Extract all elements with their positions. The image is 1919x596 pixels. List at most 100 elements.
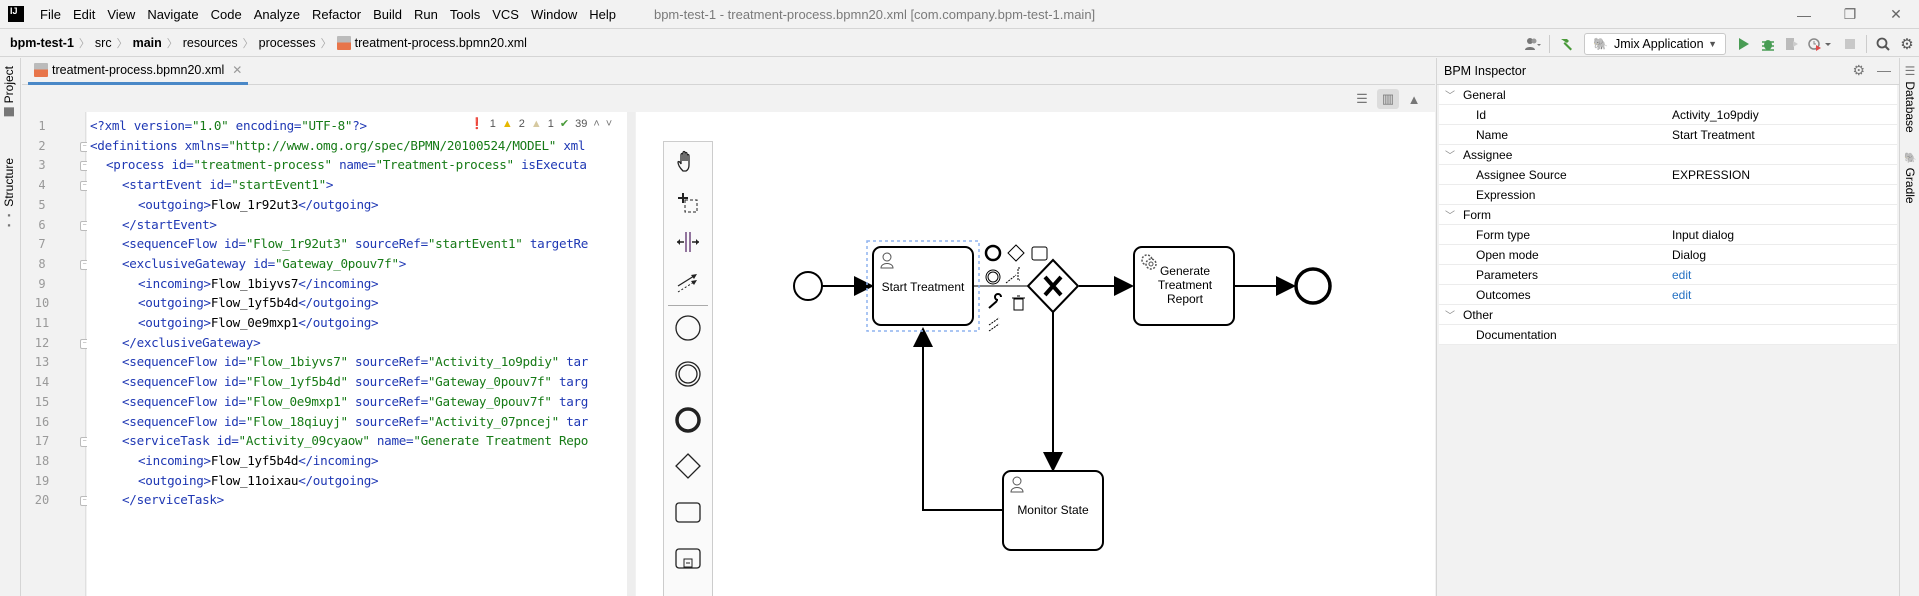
split-view-button[interactable]: ▥	[1377, 89, 1399, 109]
minimize-button[interactable]: —	[1781, 0, 1827, 29]
property-row-name[interactable]: Name Start Treatment	[1439, 125, 1897, 145]
menu-window[interactable]: Window	[525, 7, 583, 22]
close-tab-icon[interactable]: ✕	[232, 63, 242, 77]
task-start-treatment[interactable]: Start Treatment	[872, 246, 974, 326]
append-end-event-icon[interactable]	[984, 244, 1002, 262]
breadcrumb-separator-icon: 〉	[116, 38, 128, 50]
menu-view[interactable]: View	[101, 7, 141, 22]
project-tool-tab[interactable]: Project	[2, 66, 16, 117]
structure-icon: ▪▪	[4, 210, 14, 231]
property-row-documentation[interactable]: Documentation	[1439, 325, 1897, 345]
debug-icon[interactable]	[1756, 33, 1780, 55]
property-row-open-mode[interactable]: Open mode Dialog	[1439, 245, 1897, 265]
previous-highlight-icon[interactable]: ˄	[593, 118, 599, 130]
breadcrumb-item[interactable]: main	[133, 36, 166, 50]
code-line: <startEvent id="startEvent1">	[122, 177, 334, 193]
task-generate-report[interactable]: Generate Treatment Report	[1133, 246, 1235, 326]
code-line: <sequenceFlow id="Flow_1biyvs7" sourceRe…	[122, 354, 589, 370]
property-value: Dialog	[1672, 247, 1707, 262]
breadcrumb-item[interactable]: processes	[259, 36, 320, 50]
run-icon[interactable]	[1732, 33, 1756, 55]
xml-code-editor[interactable]: <?xml version="1.0" encoding="UTF-8"?> <d…	[87, 112, 635, 596]
start-event[interactable]	[793, 271, 823, 301]
exclusive-gateway[interactable]	[1026, 258, 1080, 314]
property-row-expression[interactable]: Expression	[1439, 185, 1897, 205]
settings-icon[interactable]: ⚙	[1895, 33, 1919, 55]
property-key: Id	[1476, 107, 1487, 122]
append-task-icon[interactable]	[1031, 246, 1048, 261]
line-number: 5	[38, 197, 46, 212]
line-number: 17	[34, 434, 50, 449]
append-gateway-icon[interactable]	[1007, 244, 1025, 262]
build-hammer-icon[interactable]	[1554, 33, 1578, 55]
property-group-assignee[interactable]: ﹀ Assignee	[1439, 145, 1897, 165]
menu-tools[interactable]: Tools	[444, 7, 486, 22]
property-row-outcomes[interactable]: Outcomes edit	[1439, 285, 1897, 305]
code-line: </serviceTask>	[122, 492, 224, 508]
property-group-form[interactable]: ﹀ Form	[1439, 205, 1897, 225]
menu-build[interactable]: Build	[367, 7, 408, 22]
structure-tool-tab[interactable]: ▪▪ Structure	[2, 158, 16, 231]
breadcrumb-separator-icon: 〉	[78, 38, 90, 50]
property-row-assignee-source[interactable]: Assignee Source EXPRESSION	[1439, 165, 1897, 185]
property-row-form-type[interactable]: Form type Input dialog	[1439, 225, 1897, 245]
search-icon[interactable]	[1871, 33, 1895, 55]
menu-edit[interactable]: Edit	[67, 7, 101, 22]
delete-trash-icon[interactable]	[1012, 295, 1025, 311]
property-row-parameters[interactable]: Parameters edit	[1439, 265, 1897, 285]
close-window-button[interactable]: ✕	[1873, 0, 1919, 29]
property-group-general[interactable]: ﹀ General	[1439, 85, 1897, 105]
property-group-other[interactable]: ﹀ Other	[1439, 305, 1897, 325]
menu-code[interactable]: Code	[205, 7, 248, 22]
menu-run[interactable]: Run	[408, 7, 444, 22]
code-line: <incoming>Flow_1yf5b4d</incoming>	[138, 452, 379, 468]
error-icon: ❗	[470, 118, 484, 130]
coverage-icon[interactable]	[1780, 33, 1804, 55]
stop-icon[interactable]	[1838, 33, 1862, 55]
breadcrumb-item[interactable]: bpm-test-1	[10, 36, 78, 50]
preview-only-view-button[interactable]: ▲	[1403, 89, 1425, 109]
task-monitor-state[interactable]: Monitor State	[1002, 470, 1104, 551]
gradle-tool-tab[interactable]: 🐘 Gradle	[1903, 152, 1917, 204]
breadcrumb-item[interactable]: resources	[183, 36, 242, 50]
menu-navigate[interactable]: Navigate	[141, 7, 204, 22]
user-icon[interactable]	[1521, 33, 1545, 55]
code-line: <outgoing>Flow_11oixau</outgoing>	[138, 472, 379, 488]
task-label: Treatment	[1158, 278, 1213, 292]
edit-link[interactable]: edit	[1672, 288, 1691, 302]
property-key: Expression	[1476, 187, 1536, 202]
settings-icon[interactable]: ⚙	[1852, 62, 1865, 79]
edit-link[interactable]: edit	[1672, 268, 1691, 282]
profile-icon[interactable]	[1804, 33, 1838, 55]
tab-treatment-process[interactable]: treatment-process.bpmn20.xml ✕	[28, 58, 249, 85]
menu-file[interactable]: File	[34, 7, 67, 22]
code-scrollbar[interactable]	[627, 112, 635, 596]
property-row-id[interactable]: Id Activity_1o9pdiy	[1439, 105, 1897, 125]
code-line: <outgoing>Flow_0e9mxp1</outgoing>	[138, 315, 379, 330]
menu-help[interactable]: Help	[583, 7, 622, 22]
connect-arrow-icon[interactable]	[988, 317, 1000, 332]
next-highlight-icon[interactable]: ˅	[606, 118, 612, 130]
run-configuration-select[interactable]: 🐘 Jmix Application ▼	[1584, 32, 1726, 55]
maximize-button[interactable]: ❐	[1827, 0, 1873, 29]
menu-vcs[interactable]: VCS	[486, 7, 525, 22]
minimize-panel-icon[interactable]: —	[1877, 62, 1891, 79]
line-number: 7	[38, 237, 46, 252]
end-event[interactable]	[1294, 267, 1332, 305]
sequence-flow-monitor-to-task[interactable]	[913, 327, 1003, 511]
property-value: Activity_1o9pdiy	[1672, 107, 1759, 122]
database-tool-tab[interactable]: ☰ Database	[1903, 64, 1917, 133]
run-config-label: Jmix Application	[1613, 36, 1704, 51]
code-line: </startEvent>	[122, 216, 217, 232]
change-type-wrench-icon[interactable]	[988, 293, 1002, 309]
append-text-annotation-icon[interactable]	[1005, 267, 1020, 284]
editor-tab-bar: treatment-process.bpmn20.xml ✕	[22, 58, 1435, 85]
group-label: Form	[1463, 207, 1491, 222]
editor-only-view-button[interactable]: ☰	[1351, 89, 1373, 109]
menu-analyze[interactable]: Analyze	[248, 7, 306, 22]
inspection-widget[interactable]: ❗ 1 ▲ 2 ▲ 1 ✔ 39 ˄ ˅	[470, 117, 613, 130]
main-toolbar: 🐘 Jmix Application ▼ ⚙	[1521, 30, 1919, 57]
menu-refactor[interactable]: Refactor	[306, 7, 367, 22]
breadcrumb-item[interactable]: treatment-process.bpmn20.xml	[355, 36, 531, 50]
breadcrumb-item[interactable]: src	[95, 36, 116, 50]
